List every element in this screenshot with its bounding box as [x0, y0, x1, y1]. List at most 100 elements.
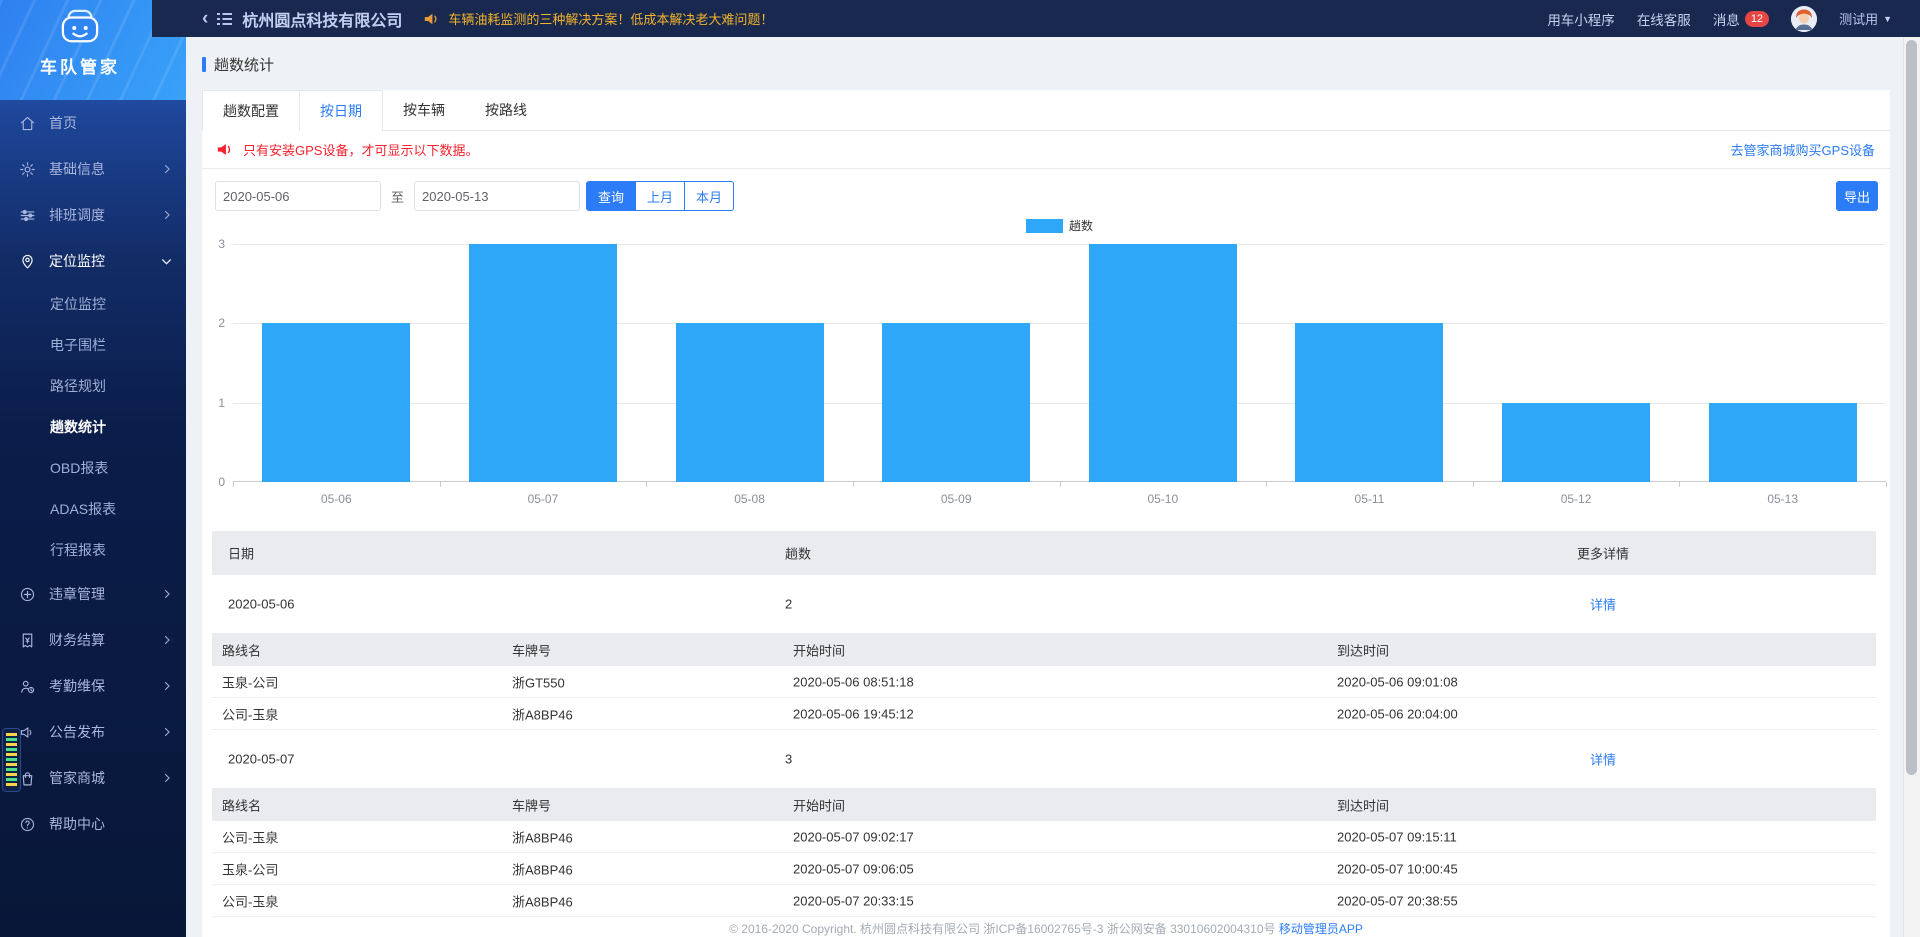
sidebar-item-announcement-publish[interactable]: 公告发布: [0, 709, 186, 755]
user-menu[interactable]: 测试用 ▼: [1839, 9, 1892, 28]
online-service-link[interactable]: 在线客服: [1637, 9, 1691, 29]
sidebar-item-help-center[interactable]: 帮助中心: [0, 801, 186, 847]
chart-bar: [1709, 403, 1857, 482]
collapse-back-icon[interactable]: ‹: [202, 8, 208, 30]
sidebar-item-home[interactable]: 首页: [0, 100, 186, 146]
menu-list-icon[interactable]: [216, 12, 232, 26]
group-date: 2020-05-07: [228, 752, 295, 767]
sidebar-item-finance-settlement[interactable]: 财务结算: [0, 617, 186, 663]
date-from-input[interactable]: [215, 181, 381, 211]
chevron-right-icon: [161, 680, 173, 692]
sidebar-subitem-trip-statistics[interactable]: 趟数统计: [0, 407, 186, 448]
sidebar-item-label: 基础信息: [49, 159, 105, 179]
trip-row: 玉泉-公司浙A8BP462020-05-07 09:06:052020-05-0…: [212, 853, 1876, 885]
trip-arrive-time: 2020-05-06 20:04:00: [1337, 706, 1458, 721]
trip-route: 公司-玉泉: [222, 891, 278, 910]
x-axis-tick: [646, 482, 647, 487]
y-axis-tick-label: 1: [199, 396, 225, 410]
chart-bar: [469, 244, 617, 482]
sidebar-subitem-location-monitor[interactable]: 定位监控: [0, 284, 186, 325]
y-axis-tick-label: 0: [199, 475, 225, 489]
buy-gps-link[interactable]: 去管家商城购买GPS设备: [1731, 140, 1875, 159]
prev-month-button[interactable]: 上月: [636, 181, 685, 211]
sub-header-route: 路线名: [222, 640, 261, 659]
y-axis-tick-label: 3: [199, 237, 225, 251]
detail-link[interactable]: 详情: [1538, 750, 1668, 769]
sidebar-item-label: 首页: [49, 113, 77, 133]
tab-by-date[interactable]: 按日期: [299, 91, 382, 131]
x-axis-tick: [1266, 482, 1267, 487]
sidebar-item-label: 考勤维保: [49, 676, 105, 696]
side-floating-widget[interactable]: [2, 728, 21, 792]
tab-by-vehicle[interactable]: 按车辆: [383, 90, 465, 130]
query-button[interactable]: 查询: [586, 181, 636, 211]
sidebar-item-basic-info[interactable]: 基础信息: [0, 146, 186, 192]
chart-bar: [1502, 403, 1650, 482]
sidebar-item-label: 定位监控: [49, 251, 105, 271]
vertical-scrollbar: [1903, 37, 1920, 937]
sidebar-item-label: 管家商城: [49, 768, 105, 788]
sidebar-item-label: 排班调度: [49, 205, 105, 225]
header-count: 趟数: [785, 544, 811, 563]
home-icon: [19, 115, 36, 132]
sidebar-subitem-trip-report[interactable]: 行程报表: [0, 530, 186, 571]
trip-start-time: 2020-05-06 19:45:12: [793, 706, 914, 721]
tab-trip-config[interactable]: 趟数配置: [203, 91, 299, 131]
company-name[interactable]: 杭州圆点科技有限公司: [242, 7, 402, 31]
trip-route: 玉泉-公司: [222, 672, 278, 691]
mini-program-link[interactable]: 用车小程序: [1547, 9, 1615, 29]
sidebar-item-scheduling[interactable]: 排班调度: [0, 192, 186, 238]
warning-speaker-icon: [217, 142, 234, 157]
sidebar-item-violation-management[interactable]: 违章管理: [0, 571, 186, 617]
person-clock-icon: [19, 678, 36, 695]
chevron-right-icon: [161, 209, 173, 221]
chart-bar: [262, 323, 410, 482]
topbar: ‹ 杭州圆点科技有限公司 车辆油耗监测的三种解决方案！低成本解决老大难问题！ 用…: [152, 0, 1920, 37]
scrollbar-thumb[interactable]: [1906, 40, 1917, 775]
sliders-icon: [19, 207, 36, 224]
user-avatar[interactable]: [1791, 6, 1817, 32]
mobile-admin-app-link[interactable]: 移动管理员APP: [1279, 922, 1363, 936]
chevron-right-icon: [161, 588, 173, 600]
sub-header-plate: 车牌号: [512, 640, 551, 659]
x-axis-tick: [440, 482, 441, 487]
trip-arrive-time: 2020-05-07 09:15:11: [1337, 829, 1457, 844]
trip-plate: 浙A8BP46: [512, 891, 573, 910]
messages-link[interactable]: 消息 12: [1713, 9, 1769, 29]
table-group-row: 2020-05-062详情: [212, 575, 1876, 633]
sub-header-start-time: 开始时间: [793, 795, 845, 814]
chevron-right-icon: [161, 634, 173, 646]
sidebar-item-location-monitoring[interactable]: 定位监控: [0, 238, 186, 284]
x-axis-tick-label: 05-12: [1473, 492, 1680, 506]
group-trip-count: 2: [785, 597, 792, 612]
export-button[interactable]: 导出: [1836, 181, 1878, 211]
trips-table: 日期 趟数 更多详情 2020-05-062详情路线名车牌号开始时间到达时间玉泉…: [212, 531, 1876, 917]
header-more-details: 更多详情: [1538, 544, 1668, 563]
detail-link[interactable]: 详情: [1538, 595, 1668, 614]
copyright-text: © 2016-2020 Copyright. 杭州圆点科技有限公司 浙ICP备1…: [729, 922, 1275, 936]
sidebar-subitem-obd-report[interactable]: OBD报表: [0, 448, 186, 489]
trip-route: 公司-玉泉: [222, 704, 278, 723]
app-name: 车队管家: [0, 53, 160, 78]
trip-start-time: 2020-05-06 08:51:18: [793, 674, 914, 689]
tab-by-route[interactable]: 按路线: [465, 90, 547, 130]
sub-header-plate: 车牌号: [512, 795, 551, 814]
trip-plate: 浙A8BP46: [512, 827, 573, 846]
date-to-input[interactable]: [414, 181, 580, 211]
gps-warning-text: 只有安装GPS设备，才可显示以下数据。: [243, 140, 478, 159]
sidebar-item-attendance-maintenance[interactable]: 考勤维保: [0, 663, 186, 709]
violation-badge-icon: [19, 586, 36, 603]
sidebar-submenu: 定位监控电子围栏路径规划趟数统计OBD报表ADAS报表行程报表: [0, 284, 186, 571]
trip-row: 玉泉-公司浙GT5502020-05-06 08:51:182020-05-06…: [212, 666, 1876, 698]
x-axis-tick-label: 05-11: [1266, 492, 1473, 506]
chevron-right-icon: [161, 163, 173, 175]
sidebar-subitem-geo-fence[interactable]: 电子围栏: [0, 325, 186, 366]
sidebar-item-label: 违章管理: [49, 584, 105, 604]
sidebar: 车队管家 首页基础信息排班调度定位监控定位监控电子围栏路径规划趟数统计OBD报表…: [0, 0, 186, 937]
chevron-down-icon: [160, 255, 173, 268]
sidebar-item-manager-mall[interactable]: 管家商城: [0, 755, 186, 801]
sidebar-subitem-adas-report[interactable]: ADAS报表: [0, 489, 186, 530]
sidebar-subitem-route-planning[interactable]: 路径规划: [0, 366, 186, 407]
this-month-button[interactable]: 本月: [685, 181, 734, 211]
question-circle-icon: [19, 816, 36, 833]
